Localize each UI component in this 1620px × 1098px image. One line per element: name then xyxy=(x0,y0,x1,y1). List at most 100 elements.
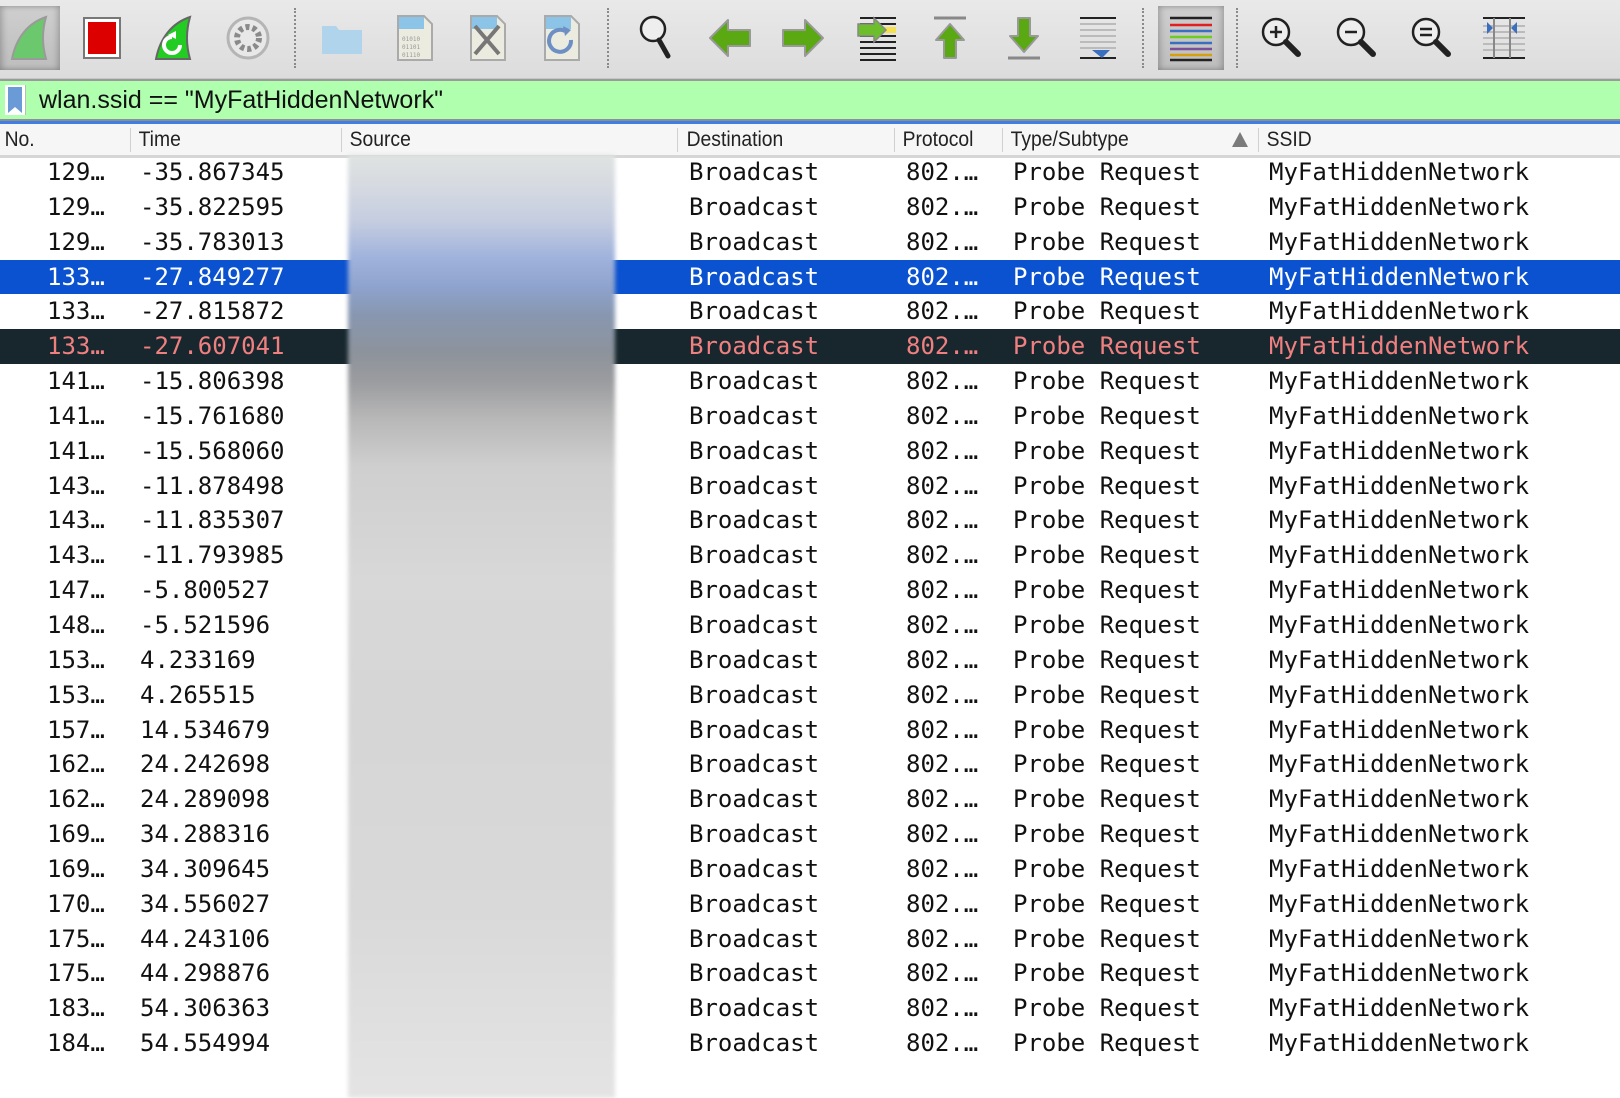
svg-text:01101: 01101 xyxy=(402,44,420,51)
open-file-button[interactable] xyxy=(312,6,372,70)
packet-row-selected[interactable]: 133… -27.849277 Broadcast 802.… Probe Reques… xyxy=(0,259,1620,295)
packet-row[interactable]: 141… -15.761680 Broadcast 802.… Probe Reques… xyxy=(0,399,1620,434)
packet-number: 153… xyxy=(47,680,105,709)
packet-number: 157… xyxy=(47,715,105,744)
go-back-button[interactable] xyxy=(700,6,760,70)
packet-row[interactable]: 175… 44.243106 Broadcast 802.… Probe Request… xyxy=(0,922,1620,957)
packet-row[interactable]: 129… -35.783013 Broadcast 802.… Probe Reques… xyxy=(0,225,1620,260)
packet-row[interactable]: 162… 24.289098 Broadcast 802.… Probe Request… xyxy=(0,782,1620,817)
packet-number: 169… xyxy=(47,854,105,883)
auto-scroll-button[interactable] xyxy=(1068,6,1128,70)
close-file-button[interactable] xyxy=(458,6,518,70)
packet-ssid: MyFatHiddenNetwork xyxy=(1269,576,1530,605)
first-packet-button[interactable] xyxy=(920,6,980,70)
column-divider[interactable] xyxy=(1002,128,1003,152)
column-divider[interactable] xyxy=(130,128,131,152)
packet-row[interactable]: 170… 34.556027 Broadcast 802.… Probe Request… xyxy=(0,887,1620,922)
packet-row[interactable]: 141… -15.806398 Broadcast 802.… Probe Reques… xyxy=(0,364,1620,399)
packet-row[interactable]: 143… -11.835307 Broadcast 802.… Probe Reques… xyxy=(0,503,1620,538)
packet-row[interactable]: 143… -11.878498 Broadcast 802.… Probe Reques… xyxy=(0,469,1620,504)
packet-row[interactable]: 129… -35.822595 Broadcast 802.… Probe Reques… xyxy=(0,190,1620,225)
packet-type-subtype: Probe Request xyxy=(1013,645,1201,674)
column-divider[interactable] xyxy=(341,128,342,152)
stop-capture-button[interactable] xyxy=(72,6,132,70)
packet-number: 162… xyxy=(47,750,105,779)
shark-fin-icon xyxy=(10,15,48,60)
column-header-protocol[interactable]: Protocol xyxy=(898,124,994,155)
packet-ssid: MyFatHiddenNetwork xyxy=(1269,192,1530,221)
go-forward-button[interactable] xyxy=(773,6,833,70)
normal-size-button[interactable] xyxy=(1402,6,1462,70)
packet-protocol: 802.… xyxy=(906,401,979,430)
packet-type-subtype: Probe Request xyxy=(1013,192,1201,221)
packet-ssid: MyFatHiddenNetwork xyxy=(1269,820,1530,849)
zoom-in-button[interactable] xyxy=(1252,6,1312,70)
packet-number: 170… xyxy=(47,889,105,918)
column-divider[interactable] xyxy=(677,128,678,152)
packet-type-subtype: Probe Request xyxy=(1013,367,1201,396)
packet-row[interactable]: 153… 4.265515 Broadcast 802.… Probe Request M… xyxy=(0,678,1620,713)
column-divider[interactable] xyxy=(894,128,895,152)
reload-file-icon xyxy=(544,15,580,61)
packet-destination: Broadcast xyxy=(689,192,820,221)
column-header-destination[interactable]: Destination xyxy=(682,124,875,155)
packet-row[interactable]: 143… -11.793985 Broadcast 802.… Probe Reques… xyxy=(0,538,1620,573)
packet-number: 129… xyxy=(47,227,105,256)
packet-number: 129… xyxy=(47,158,105,186)
packet-row[interactable]: 129… -35.867345 Broadcast 802.… Probe Reques… xyxy=(0,155,1620,190)
packet-ssid: MyFatHiddenNetwork xyxy=(1269,645,1530,674)
packet-row[interactable]: 147… -5.800527 Broadcast 802.… Probe Request… xyxy=(0,573,1620,608)
resize-columns-button[interactable] xyxy=(1474,6,1534,70)
packet-row[interactable]: 169… 34.309645 Broadcast 802.… Probe Request… xyxy=(0,852,1620,887)
column-header-no[interactable]: No. xyxy=(0,124,120,155)
packet-row[interactable]: 184… 54.554994 Broadcast 802.… Probe Request… xyxy=(0,1026,1620,1061)
display-filter-input[interactable] xyxy=(30,81,1620,119)
packet-time: 4.233169 xyxy=(140,645,256,674)
packet-time: -27.815872 xyxy=(140,297,285,326)
column-divider[interactable] xyxy=(1258,128,1259,152)
packet-destination: Broadcast xyxy=(689,785,820,814)
packet-protocol: 802.… xyxy=(906,750,979,779)
column-header-time[interactable]: Time xyxy=(134,124,324,155)
find-packet-button[interactable] xyxy=(626,6,686,70)
packet-time: -27.607041 xyxy=(140,332,285,361)
save-file-button[interactable]: 01010 01101 01110 xyxy=(385,6,445,70)
packet-time: -15.806398 xyxy=(140,367,285,396)
reload-file-button[interactable] xyxy=(532,6,592,70)
packet-row-marked[interactable]: 133… -27.607041 Broadcast 802.… Probe Reques… xyxy=(0,329,1620,365)
packet-row[interactable]: 183… 54.306363 Broadcast 802.… Probe Request… xyxy=(0,991,1620,1026)
column-header-type-subtype[interactable]: Type/Subtype xyxy=(1006,124,1227,155)
packet-protocol: 802.… xyxy=(906,715,979,744)
packet-row[interactable]: 175… 44.298876 Broadcast 802.… Probe Request… xyxy=(0,956,1620,991)
last-packet-button[interactable] xyxy=(994,6,1054,70)
restart-capture-button[interactable] xyxy=(144,6,204,70)
packet-row[interactable]: 133… -27.815872 Broadcast 802.… Probe Reques… xyxy=(0,294,1620,329)
column-header-ssid[interactable]: SSID xyxy=(1262,124,1538,155)
packet-row[interactable]: 157… 14.534679 Broadcast 802.… Probe Request… xyxy=(0,713,1620,748)
zoom-out-icon xyxy=(1336,17,1376,57)
packet-destination: Broadcast xyxy=(689,297,820,326)
packet-row[interactable]: 148… -5.521596 Broadcast 802.… Probe Request… xyxy=(0,608,1620,643)
packet-time: -11.793985 xyxy=(140,541,285,570)
packet-destination: Broadcast xyxy=(689,367,820,396)
colorize-button[interactable] xyxy=(1158,6,1224,70)
packet-time: 44.298876 xyxy=(140,959,271,988)
start-capture-button[interactable] xyxy=(0,6,60,70)
shark-fin-restart-icon xyxy=(154,15,192,60)
go-to-packet-button[interactable] xyxy=(848,6,908,70)
packet-destination: Broadcast xyxy=(689,959,820,988)
packet-time: -15.568060 xyxy=(140,436,285,465)
packet-row[interactable]: 141… -15.568060 Broadcast 802.… Probe Reques… xyxy=(0,434,1620,469)
column-header-source[interactable]: Source xyxy=(345,124,649,155)
zoom-out-button[interactable] xyxy=(1327,6,1387,70)
packet-ssid: MyFatHiddenNetwork xyxy=(1269,436,1530,465)
packet-destination: Broadcast xyxy=(689,262,820,291)
filter-bookmark-button[interactable] xyxy=(5,85,26,115)
arrow-down-last-icon xyxy=(1008,17,1040,60)
packet-ssid: MyFatHiddenNetwork xyxy=(1269,610,1530,639)
packet-row[interactable]: 162… 24.242698 Broadcast 802.… Probe Request… xyxy=(0,747,1620,782)
capture-options-button[interactable] xyxy=(218,6,278,70)
packet-row[interactable]: 169… 34.288316 Broadcast 802.… Probe Request… xyxy=(0,817,1620,852)
packet-row[interactable]: 153… 4.233169 Broadcast 802.… Probe Request M… xyxy=(0,643,1620,678)
packet-ssid: MyFatHiddenNetwork xyxy=(1269,1029,1530,1058)
